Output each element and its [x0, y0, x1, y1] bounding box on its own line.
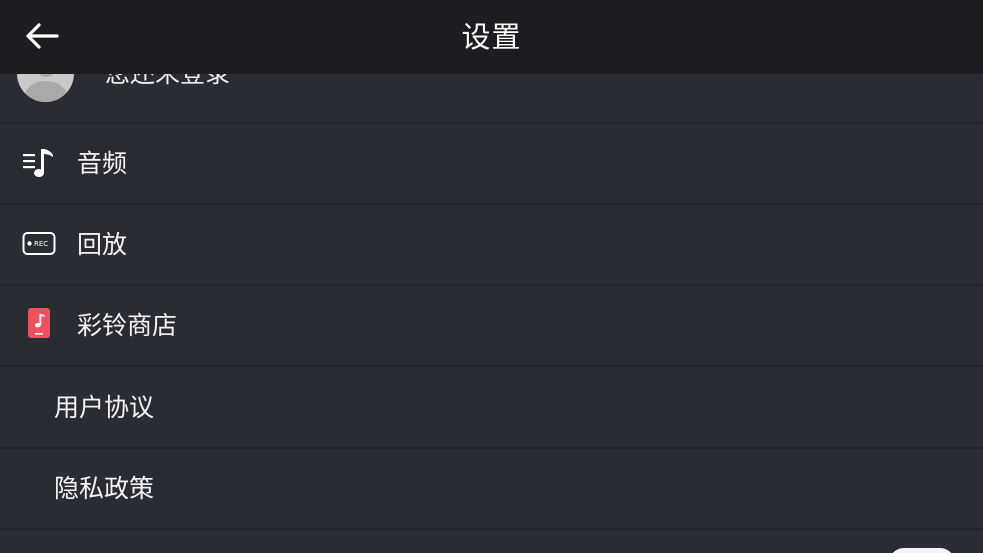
rec-icon-text: REC	[34, 240, 48, 248]
settings-item-privacy-policy[interactable]: 隐私政策	[0, 449, 983, 530]
settings-item-label: 彩铃商店	[77, 311, 178, 340]
avatar-body-shape	[25, 81, 67, 102]
settings-item-label: 用户协议	[54, 393, 155, 422]
settings-screen: 您还未登录 音频 REC	[0, 0, 983, 553]
toggle-switch[interactable]	[889, 548, 955, 553]
settings-item-label: 隐私政策	[54, 474, 155, 503]
settings-item-label: 音频	[77, 149, 128, 178]
settings-item-label: 回放	[77, 230, 128, 259]
music-list-icon	[22, 146, 56, 180]
page-title: 设置	[461, 20, 522, 54]
settings-item-playback[interactable]: REC 回放	[0, 205, 983, 286]
ringtone-store-icon	[22, 308, 56, 342]
settings-item-ringtone-store[interactable]: 彩铃商店	[0, 286, 983, 367]
top-bar: 设置	[0, 0, 983, 74]
rec-icon: REC	[22, 227, 56, 261]
settings-item-user-agreement[interactable]: 用户协议	[0, 368, 983, 449]
settings-item-audio[interactable]: 音频	[0, 124, 983, 205]
